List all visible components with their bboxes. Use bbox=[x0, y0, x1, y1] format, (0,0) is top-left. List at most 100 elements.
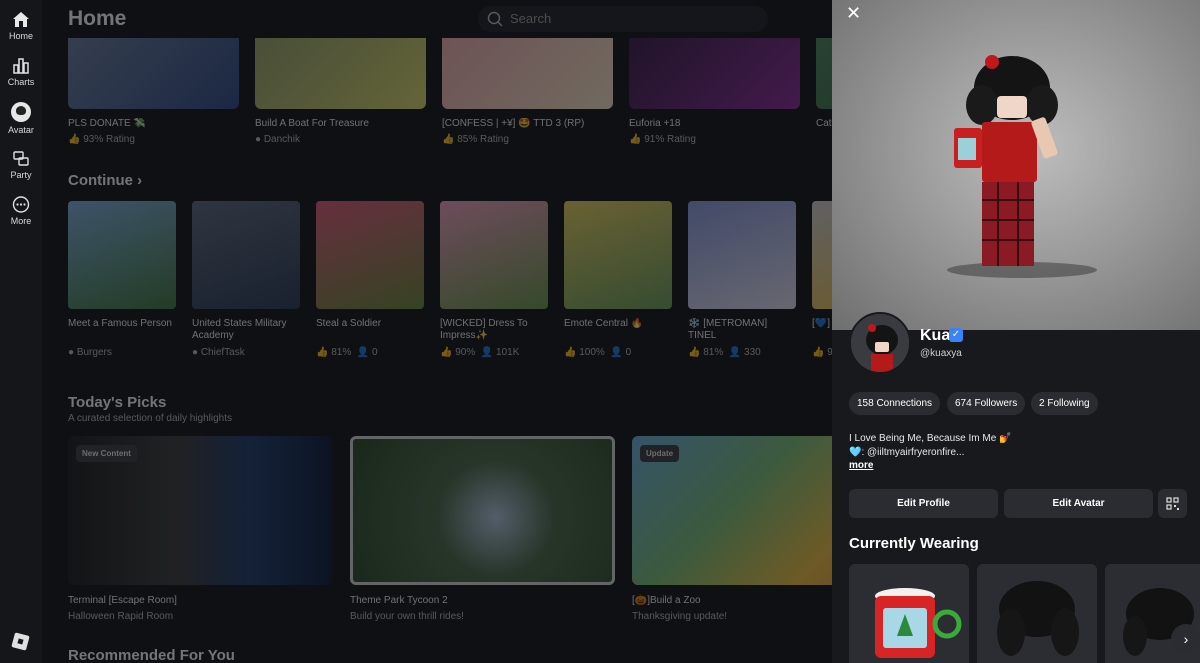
game-meta: 👍 81% 👤 0 bbox=[316, 347, 378, 358]
game-meta: 👍 91% Rating bbox=[629, 134, 696, 145]
pick-card[interactable]: Update [🎃]Build a Zoo Thanksgiving updat… bbox=[632, 436, 832, 622]
wearing-item[interactable] bbox=[849, 564, 969, 663]
game-title: ❄️ [METROMAN] TINEL bbox=[688, 318, 768, 341]
game-creator: Burgers bbox=[76, 347, 112, 358]
game-thumbnail bbox=[255, 38, 426, 109]
game-title: [WICKED] Dress To Impress✨ bbox=[440, 318, 528, 341]
game-rating: 93% Rating bbox=[83, 134, 135, 145]
game-rating: 81% bbox=[331, 347, 352, 358]
game-title: Build A Boat For Treasure bbox=[255, 118, 369, 129]
game-card[interactable]: Build A Boat For Treasure ● Danchik bbox=[255, 38, 426, 145]
game-thumbnail bbox=[812, 201, 832, 309]
game-players: 0 bbox=[625, 347, 632, 358]
continue-card[interactable]: Steal a Soldier 👍 81% 👤 0 bbox=[316, 201, 424, 358]
bio-more-link[interactable]: more bbox=[849, 460, 873, 471]
party-icon bbox=[13, 151, 29, 166]
game-title: [💙] Jail bbox=[812, 318, 832, 329]
game-card[interactable]: Euforia +18 👍 91% Rating bbox=[629, 38, 800, 145]
continue-card[interactable]: Meet a Famous Person ● Burgers bbox=[68, 201, 176, 358]
pick-badge: New Content bbox=[76, 445, 137, 462]
edit-avatar-button[interactable]: Edit Avatar bbox=[1004, 489, 1153, 518]
nav-item-home[interactable]: Home bbox=[0, 11, 42, 41]
game-thumbnail bbox=[629, 38, 800, 109]
pick-subtitle: Build your own thrill rides! bbox=[350, 611, 464, 622]
avatar-3d-view[interactable]: ✕ bbox=[832, 0, 1200, 330]
profile-bio: I Love Being Me, Because Im Me 💅 🩵: @iil… bbox=[849, 432, 1189, 460]
charts-icon bbox=[13, 58, 29, 74]
close-panel-button[interactable]: ✕ bbox=[846, 4, 861, 22]
pick-thumbnail: New Content bbox=[68, 436, 332, 585]
game-creator: ChiefTask bbox=[200, 347, 245, 358]
game-title: Steal a Soldier bbox=[316, 318, 382, 329]
black-hair-icon bbox=[997, 581, 1079, 656]
connections-button[interactable]: 158 Connections bbox=[849, 392, 941, 415]
game-meta: 👍 90% 👤 101K bbox=[440, 347, 520, 358]
page-title: Home bbox=[68, 7, 127, 30]
avatar-icon bbox=[11, 102, 31, 122]
game-rating: 85% Rating bbox=[457, 134, 509, 145]
pick-card[interactable]: Theme Park Tycoon 2 Build your own thril… bbox=[350, 436, 615, 622]
continue-card[interactable]: ❄️ [METROMAN] TINEL 👍 81% 👤 330 bbox=[688, 201, 796, 358]
qr-code-icon bbox=[1166, 497, 1179, 510]
following-button[interactable]: 2 Following bbox=[1031, 392, 1098, 415]
game-title: Euforia +18 bbox=[629, 118, 681, 129]
game-thumbnail bbox=[442, 38, 613, 109]
chevron-right-icon: › bbox=[137, 172, 143, 189]
game-title: PLS DONATE 💸 bbox=[68, 118, 146, 129]
continue-card[interactable]: [💙] Jail 👍 9 bbox=[812, 201, 832, 358]
game-players: 0 bbox=[372, 347, 378, 358]
pick-card[interactable]: New Content Terminal [Escape Room] Hallo… bbox=[68, 436, 332, 622]
avatar-figure bbox=[954, 55, 1058, 266]
game-meta: ● ChiefTask bbox=[192, 347, 245, 358]
next-items-button[interactable]: › bbox=[1171, 624, 1200, 654]
qr-code-button[interactable] bbox=[1158, 489, 1187, 518]
game-meta: 👍 85% Rating bbox=[442, 134, 509, 145]
pick-title: Terminal [Escape Room] bbox=[68, 595, 177, 606]
continue-card[interactable]: [WICKED] Dress To Impress✨ 👍 90% 👤 101K bbox=[440, 201, 548, 358]
wearing-item[interactable] bbox=[977, 564, 1097, 663]
pick-subtitle: Thanksgiving update! bbox=[632, 611, 728, 622]
profile-avatar[interactable] bbox=[849, 312, 911, 374]
more-icon bbox=[12, 196, 30, 213]
bio-line: I Love Being Me, Because Im Me 💅 bbox=[849, 433, 1012, 444]
edit-profile-button[interactable]: Edit Profile bbox=[849, 489, 998, 518]
continue-section-title[interactable]: Continue › bbox=[68, 172, 142, 189]
game-thumbnail bbox=[192, 201, 300, 309]
game-title: Cat bbox=[816, 118, 832, 129]
nav-label-home: Home bbox=[8, 31, 33, 41]
nav-label-charts: Charts bbox=[7, 77, 35, 87]
continue-card[interactable]: United States Military Academy ● ChiefTa… bbox=[192, 201, 300, 358]
game-rating: 91% Rating bbox=[644, 134, 696, 145]
nav-item-charts[interactable]: Charts bbox=[0, 57, 42, 87]
game-card[interactable]: [CONFESS | +¥] 🤩 TTD 3 (RP) 👍 85% Rating bbox=[442, 38, 613, 145]
search-placeholder: Search bbox=[510, 11, 552, 26]
game-thumbnail bbox=[816, 38, 832, 109]
roblox-logo-icon[interactable] bbox=[11, 632, 30, 651]
game-title: [CONFESS | +¥] 🤩 TTD 3 (RP) bbox=[442, 118, 585, 129]
continue-title-text: Continue bbox=[68, 172, 133, 189]
game-title: Meet a Famous Person bbox=[68, 318, 172, 329]
game-players: 101K bbox=[496, 347, 520, 358]
nav-item-more[interactable]: More bbox=[0, 196, 42, 226]
game-thumbnail bbox=[564, 201, 672, 309]
game-meta: ● Danchik bbox=[255, 134, 300, 145]
nav-item-party[interactable]: Party bbox=[0, 150, 42, 180]
game-meta: ● Burgers bbox=[68, 347, 112, 358]
continue-card[interactable]: Emote Central 🔥 👍 100% 👤 0 bbox=[564, 201, 672, 358]
todays-picks-title: Today's Picks bbox=[68, 394, 167, 411]
cocoa-mug-icon bbox=[875, 588, 962, 658]
game-meta: 👍 81% 👤 330 bbox=[688, 347, 761, 358]
pick-thumbnail bbox=[350, 436, 615, 585]
game-rating: 81% bbox=[703, 347, 724, 358]
game-players: 330 bbox=[744, 347, 761, 358]
followers-button[interactable]: 674 Followers bbox=[947, 392, 1026, 415]
search-input[interactable]: Search bbox=[478, 6, 768, 32]
game-card[interactable]: PLS DONATE 💸 👍 93% Rating bbox=[68, 38, 239, 145]
left-nav: Home Charts Avatar Party More bbox=[0, 0, 42, 663]
todays-picks-subtitle: A curated selection of daily highlights bbox=[68, 413, 232, 424]
game-rating: 100% bbox=[579, 347, 605, 358]
game-title: United States Military Academy bbox=[192, 318, 287, 341]
nav-item-avatar[interactable]: Avatar bbox=[0, 102, 42, 135]
game-card[interactable]: Cat bbox=[816, 38, 832, 129]
pick-subtitle: Halloween Rapid Room bbox=[68, 611, 174, 622]
